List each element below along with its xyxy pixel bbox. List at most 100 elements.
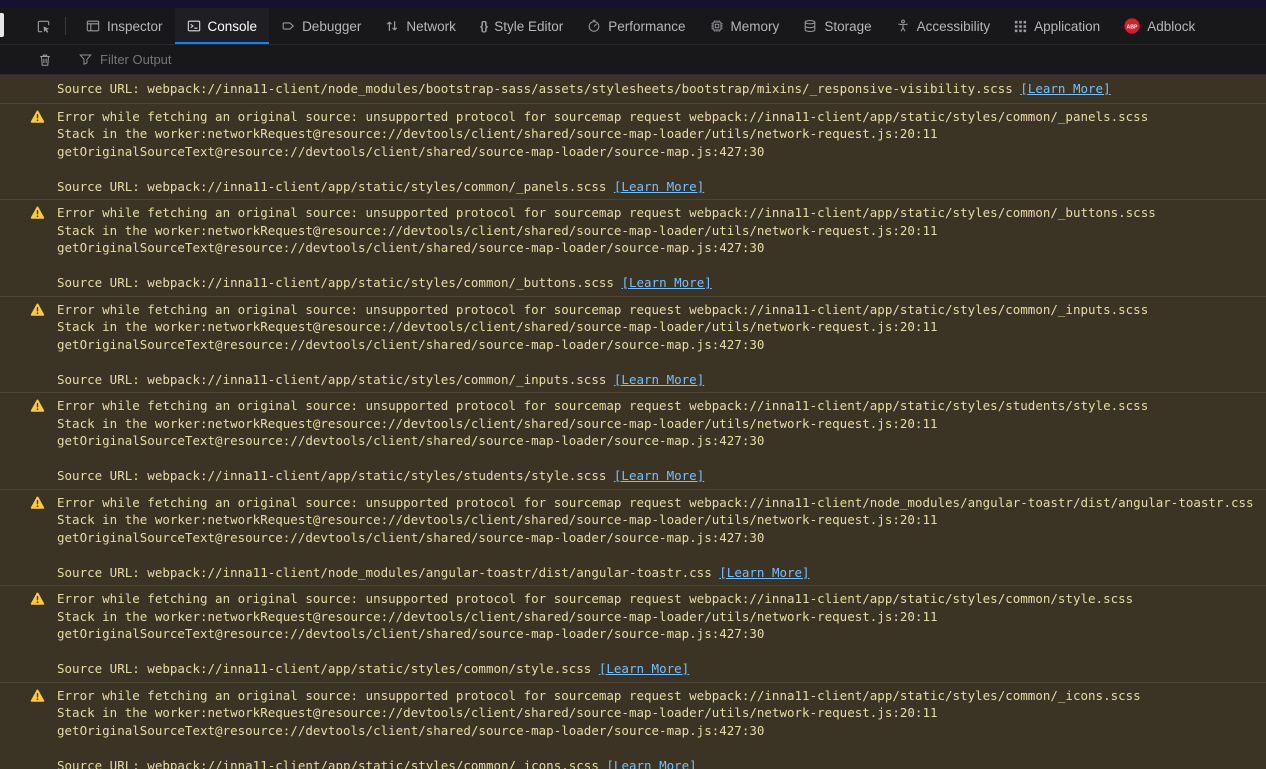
- tab-label: Application: [1034, 18, 1101, 34]
- warning-stack-line-1: Stack in the worker:networkRequest@resou…: [57, 512, 938, 527]
- trash-icon: [38, 53, 52, 67]
- performance-icon: [587, 19, 601, 33]
- warning-stack-line-2: getOriginalSourceText@resource://devtool…: [57, 722, 765, 738]
- tab-label: Debugger: [302, 18, 362, 34]
- console-icon: [187, 19, 201, 33]
- tab-performance[interactable]: Performance: [575, 8, 697, 44]
- learn-more-link[interactable]: [Learn More]: [614, 179, 704, 194]
- warning-icon: [30, 109, 46, 128]
- warning-error-line: Error while fetching an original source:…: [57, 687, 1141, 703]
- tab-console[interactable]: Console: [174, 8, 270, 44]
- network-icon: [385, 19, 399, 33]
- source-url-text: Source URL: webpack://inna11-client/app/…: [57, 178, 607, 194]
- learn-more-link[interactable]: [Learn More]: [599, 661, 689, 676]
- console-warning: Error while fetching an original source:…: [0, 489, 1266, 586]
- tab-application[interactable]: Application: [1002, 8, 1112, 44]
- console-warning: Error while fetching an original source:…: [0, 103, 1266, 200]
- warning-error-line: Error while fetching an original source:…: [57, 591, 1134, 606]
- warning-stack-line-2: getOriginalSourceText@resource://devtool…: [57, 529, 765, 545]
- learn-more-link[interactable]: [Learn More]: [614, 468, 704, 483]
- tab-adblock[interactable]: ABP Adblock: [1112, 8, 1207, 44]
- memory-icon: [710, 19, 724, 33]
- application-icon: [1014, 20, 1027, 33]
- console-warning-partial: Source URL: webpack://inna11-client/node…: [0, 75, 1266, 104]
- learn-more-link[interactable]: [Learn More]: [1020, 81, 1110, 96]
- warning-error-line: Error while fetching an original source:…: [57, 205, 1156, 220]
- warning-stack-line-1: Stack in the worker:networkRequest@resou…: [57, 608, 938, 624]
- tab-label: Network: [406, 18, 456, 34]
- warning-error-line: Error while fetching an original source:…: [57, 398, 1149, 413]
- tab-label: Accessibility: [916, 18, 991, 34]
- warning-stack-line-2: getOriginalSourceText@resource://devtool…: [57, 240, 765, 255]
- style-editor-icon: {}: [479, 19, 488, 33]
- source-url-text: Source URL: webpack://inna11-client/app/…: [57, 757, 599, 769]
- tab-label: Inspector: [107, 18, 163, 34]
- pick-element-button[interactable]: [30, 8, 57, 44]
- page-background-strip: [0, 0, 1266, 8]
- clear-console-button[interactable]: [32, 53, 58, 67]
- message-body: Error while fetching an original source:…: [57, 687, 1258, 769]
- learn-more-link[interactable]: [Learn More]: [621, 275, 711, 290]
- learn-more-link[interactable]: [Learn More]: [719, 565, 809, 580]
- tab-storage[interactable]: Storage: [791, 8, 883, 44]
- tab-label: Style Editor: [494, 18, 564, 34]
- filter-input-wrap: [79, 52, 1266, 67]
- console-warning: Error while fetching an original source:…: [0, 393, 1266, 490]
- tab-memory[interactable]: Memory: [698, 8, 792, 44]
- warning-icon: [30, 206, 46, 224]
- source-url-text: Source URL: webpack://inna11-client/app/…: [57, 661, 592, 676]
- warning-stack-line-1: Stack in the worker:networkRequest@resou…: [57, 415, 938, 431]
- source-url-text: Source URL: webpack://inna11-client/app/…: [57, 468, 607, 483]
- console-warning: Error while fetching an original source:…: [0, 296, 1266, 393]
- message-body: Error while fetching an original source:…: [57, 397, 1258, 485]
- filter-output-input[interactable]: [100, 52, 1266, 67]
- source-url-text: Source URL: webpack://inna11-client/node…: [57, 81, 1013, 96]
- console-output[interactable]: Source URL: webpack://inna11-client/node…: [0, 75, 1266, 769]
- warning-stack-line-1: Stack in the worker:networkRequest@resou…: [57, 126, 938, 141]
- warning-source-line: Source URL: webpack://inna11-client/app/…: [57, 371, 1258, 389]
- toolbar-separator: [65, 17, 66, 35]
- warning-stack-line-1: Stack in the worker:networkRequest@resou…: [57, 222, 938, 238]
- tab-network[interactable]: Network: [373, 8, 468, 44]
- tab-debugger[interactable]: Debugger: [269, 8, 373, 44]
- message-body: Error while fetching an original source:…: [57, 108, 1258, 196]
- warning-source-line: Source URL: webpack://inna11-client/app/…: [57, 660, 1258, 678]
- tab-inspector[interactable]: Inspector: [74, 8, 175, 44]
- source-url-text: Source URL: webpack://inna11-client/node…: [57, 564, 712, 580]
- source-url-text: Source URL: webpack://inna11-client/app/…: [57, 371, 607, 387]
- tab-strip: Inspector Console Debugger Network {} Style E…: [74, 8, 1266, 44]
- tab-label: Adblock: [1147, 18, 1196, 34]
- source-url-text: Source URL: webpack://inna11-client/app/…: [57, 275, 614, 290]
- warning-source-line: Source URL: webpack://inna11-client/node…: [57, 80, 1258, 98]
- console-warning: Error while fetching an original source:…: [0, 682, 1266, 769]
- console-filterbar: [0, 45, 1266, 75]
- tab-label: Memory: [730, 18, 780, 34]
- message-body: Error while fetching an original source:…: [57, 301, 1258, 389]
- warning-error-line: Error while fetching an original source:…: [57, 494, 1254, 510]
- message-body: Error while fetching an original source:…: [57, 204, 1258, 292]
- devtools-toolbar: Inspector Console Debugger Network {} Style E…: [0, 8, 1266, 45]
- warning-source-line: Source URL: webpack://inna11-client/node…: [57, 564, 1258, 582]
- warning-stack-line-2: getOriginalSourceText@resource://devtool…: [57, 626, 765, 641]
- console-warning: Error while fetching an original source:…: [0, 200, 1266, 297]
- warning-icon: [30, 688, 46, 707]
- warning-stack-line-2: getOriginalSourceText@resource://devtool…: [57, 433, 765, 448]
- warning-source-line: Source URL: webpack://inna11-client/app/…: [57, 757, 1258, 769]
- learn-more-link[interactable]: [Learn More]: [614, 372, 704, 387]
- warning-source-line: Source URL: webpack://inna11-client/app/…: [57, 274, 1258, 292]
- learn-more-link[interactable]: [Learn More]: [606, 758, 696, 769]
- inspector-icon: [86, 19, 100, 33]
- tab-style-editor[interactable]: {} Style Editor: [468, 8, 575, 44]
- abp-icon: ABP: [1124, 18, 1140, 34]
- warning-stack-line-1: Stack in the worker:networkRequest@resou…: [57, 705, 938, 720]
- tab-label: Performance: [608, 18, 686, 34]
- tab-accessibility[interactable]: Accessibility: [884, 8, 1003, 44]
- warning-error-line: Error while fetching an original source:…: [57, 301, 1149, 317]
- storage-icon: [803, 19, 817, 33]
